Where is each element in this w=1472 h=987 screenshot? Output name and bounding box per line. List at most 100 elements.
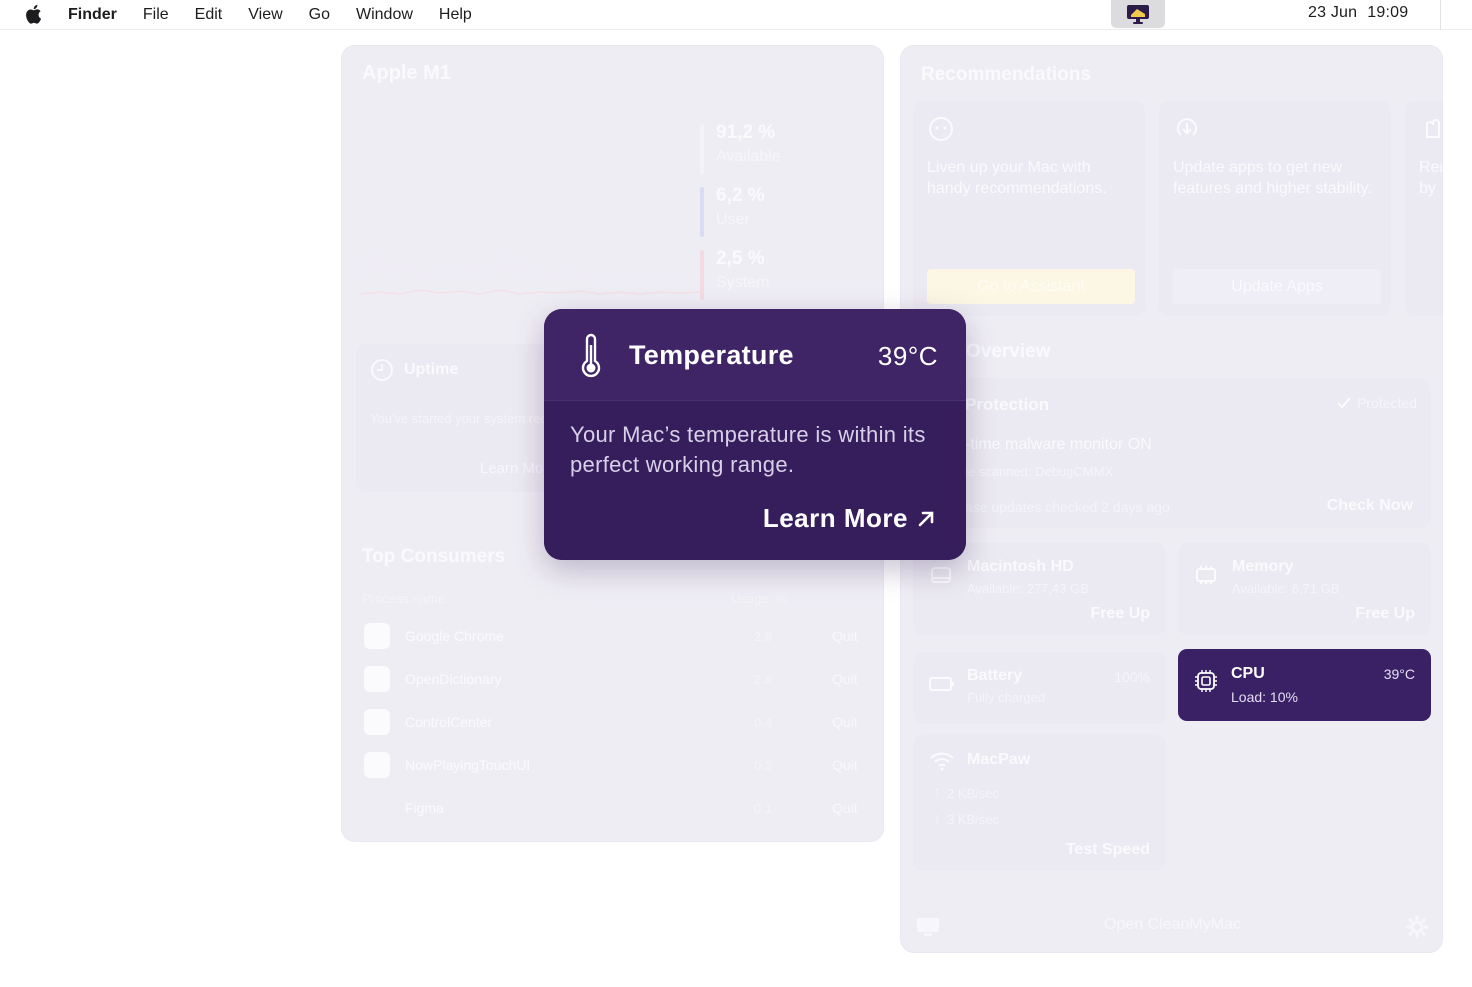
table-row: Google Chrome 2.8 Quit — [362, 621, 867, 651]
popover-description: Your Mac’s temperature is within its per… — [570, 422, 926, 477]
menubar-clock[interactable]: 23 Jun 19:09 — [1308, 4, 1418, 22]
database-update-status: ase updates checked 2 days ago — [965, 499, 1170, 515]
checkmark-icon — [1337, 397, 1351, 409]
process-usage: 0.4 — [754, 714, 773, 730]
menubar-date: 23 Jun — [1308, 4, 1358, 21]
cpu-temperature: 39°C — [1383, 666, 1415, 682]
cpu-chip-icon — [1195, 670, 1217, 692]
memory-available: Available: 6,71 GB — [1232, 581, 1340, 596]
process-name: NowPlayingTouchUI — [405, 757, 531, 773]
menu-items: Finder File Edit View Go Window Help — [66, 0, 485, 30]
quit-button[interactable]: Quit — [832, 671, 858, 687]
process-usage: 2.8 — [754, 671, 773, 687]
update-apps-button[interactable]: Update Apps — [1173, 269, 1381, 304]
table-row: ControlCenter 0.4 Quit — [362, 707, 867, 737]
arrow-up-right-icon — [918, 511, 934, 526]
cpu-load: Load: 10% — [1231, 689, 1298, 705]
table-row: Figma 0.1 Quit — [362, 793, 867, 823]
disk-available: Available: 277,43 GB — [967, 581, 1089, 596]
menu-app-panel: Recommendations Liven up your Mac with h… — [900, 45, 1443, 953]
stat-label: System — [716, 274, 770, 291]
recommendation-text: Rer by — [1419, 159, 1443, 197]
arrow-down-icon: ↓ — [933, 810, 941, 827]
quit-button[interactable]: Quit — [832, 628, 858, 644]
process-usage: 0.1 — [754, 800, 773, 816]
battery-tile[interactable]: Battery Fully charged 100% — [913, 652, 1166, 724]
popover-header: Temperature 39°C — [544, 309, 966, 401]
battery-level: 100% — [1114, 669, 1150, 685]
popover-temperature: 39°C — [877, 341, 938, 371]
cpu-load-chart — [360, 245, 700, 295]
column-usage: Usage, % — [731, 591, 788, 606]
menu-view[interactable]: View — [235, 0, 295, 30]
cleanmymac-menu-icon[interactable] — [1111, 0, 1165, 28]
recommendation-card: Update apps to get new features and high… — [1159, 101, 1391, 316]
malware-monitor-status: -time malware monitor ON — [965, 436, 1152, 453]
learn-more-link[interactable]: Learn More — [763, 503, 936, 534]
assistant-icon — [929, 117, 953, 141]
memory-tile[interactable]: Memory Available: 6,71 GB Free Up — [1178, 543, 1431, 635]
network-tile[interactable]: MacPaw ↑ 2 KB/sec ↓ 3 KB/sec Test Speed — [913, 734, 1166, 871]
last-scanned-file: le scanned: DebugCMMX — [965, 464, 1114, 479]
menu-go[interactable]: Go — [296, 0, 343, 30]
control-center-icon — [364, 709, 390, 735]
stat-bar — [700, 124, 704, 174]
uptime-header: Uptime — [370, 358, 458, 382]
check-now-button[interactable]: Check Now — [1327, 497, 1413, 515]
process-name: Figma — [405, 800, 444, 816]
quit-button[interactable]: Quit — [832, 757, 858, 773]
clock-icon — [371, 359, 393, 381]
menu-file[interactable]: File — [130, 0, 182, 30]
menu-app-name[interactable]: Finder — [66, 0, 130, 30]
quit-button[interactable]: Quit — [832, 714, 858, 730]
hard-drive-icon — [931, 567, 951, 583]
menubar-time: 19:09 — [1367, 4, 1409, 21]
top-consumers-title: Top Consumers — [362, 546, 506, 567]
monitor-icon — [1127, 5, 1149, 24]
column-process-name: Process name — [362, 591, 446, 606]
recommendation-card: Liven up your Mac with handy recommendat… — [913, 101, 1145, 316]
dictionary-icon — [364, 666, 390, 692]
memory-title: Memory — [1232, 558, 1294, 575]
gear-icon[interactable] — [1404, 914, 1430, 940]
battery-title: Battery — [967, 667, 1023, 684]
consumers-table-header: Process name Usage, % — [362, 591, 862, 606]
apple-logo-icon[interactable] — [24, 3, 42, 25]
stat-bar — [700, 250, 704, 300]
cpu-title: CPU — [1231, 665, 1265, 682]
process-name: ControlCenter — [405, 714, 493, 730]
stat-label: User — [716, 211, 750, 228]
go-to-assistant-button[interactable]: Go to Assistant — [927, 269, 1135, 304]
figma-icon — [364, 795, 390, 821]
learn-more-label: Learn More — [762, 503, 908, 533]
stat-value: 2,5 % — [716, 248, 765, 269]
menu-help[interactable]: Help — [426, 0, 485, 30]
stat-user: 6,2 % User — [700, 185, 836, 237]
download-speed-value: 3 KB/sec — [947, 811, 1000, 827]
process-name: Google Chrome — [405, 628, 504, 644]
process-usage: 2.8 — [754, 628, 773, 644]
stat-value: 6,2 % — [716, 185, 765, 206]
now-playing-icon — [364, 752, 390, 778]
open-cleanmymac-button[interactable]: Open CleanMyMac — [901, 916, 1442, 934]
hand-icon — [1426, 119, 1440, 138]
recommendation-text: Liven up your Mac with handy recommendat… — [927, 159, 1107, 197]
stat-bar — [700, 187, 704, 237]
quit-button[interactable]: Quit — [832, 800, 858, 816]
protection-title: Protection — [965, 395, 1050, 414]
recommendation-card: Rer by — [1405, 101, 1443, 316]
test-speed-button[interactable]: Test Speed — [1066, 841, 1150, 859]
uptime-title: Uptime — [404, 361, 459, 378]
arrow-up-icon: ↑ — [933, 784, 941, 801]
cpu-tile[interactable]: CPU Load: 10% 39°C — [1178, 649, 1431, 721]
menu-edit[interactable]: Edit — [182, 0, 236, 30]
disk-free-up-button[interactable]: Free Up — [1090, 605, 1150, 623]
chrome-icon — [364, 623, 390, 649]
memory-free-up-button[interactable]: Free Up — [1355, 605, 1415, 623]
processor-title: Apple M1 — [362, 62, 451, 84]
protection-status-label: Protected — [1357, 395, 1417, 411]
menu-window[interactable]: Window — [343, 0, 426, 30]
upload-speed: ↑ 2 KB/sec — [933, 784, 999, 802]
thermometer-icon — [581, 333, 601, 378]
table-row: OpenDictionary 2.8 Quit — [362, 664, 867, 694]
